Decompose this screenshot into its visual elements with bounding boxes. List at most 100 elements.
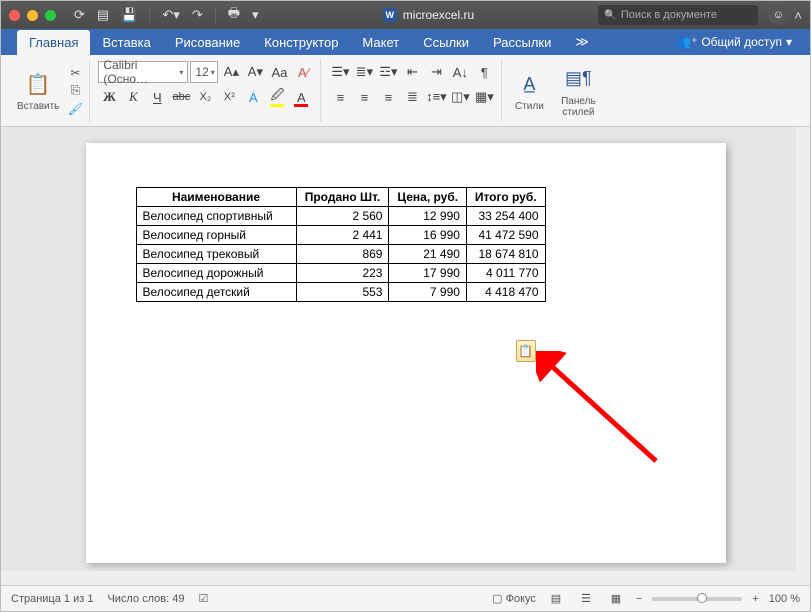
zoom-slider[interactable] (652, 597, 742, 601)
table-cell[interactable]: 869 (296, 245, 389, 264)
new-icon[interactable]: ▤ (97, 7, 109, 23)
table-row[interactable]: Велосипед детский5537 9904 418 470 (136, 283, 545, 302)
th-total[interactable]: Итого руб. (466, 188, 545, 207)
table-cell[interactable]: Велосипед горный (136, 226, 296, 245)
sort-icon[interactable]: A↓ (449, 61, 471, 83)
word-count[interactable]: Число слов: 49 (107, 593, 184, 605)
increase-indent-icon[interactable]: ⇥ (425, 61, 447, 83)
table-cell[interactable]: 33 254 400 (466, 207, 545, 226)
subscript-button[interactable]: X₂ (194, 86, 216, 108)
zoom-window[interactable] (45, 10, 56, 21)
horizontal-scrollbar[interactable] (1, 571, 796, 585)
spell-check-icon[interactable]: ☑ (199, 592, 209, 605)
shrink-font-icon[interactable]: A▾ (244, 61, 266, 83)
tab-draw[interactable]: Рисование (163, 30, 252, 55)
minimize-window[interactable] (27, 10, 38, 21)
table-cell[interactable]: Велосипед трековый (136, 245, 296, 264)
table-cell[interactable]: Велосипед спортивный (136, 207, 296, 226)
share-button[interactable]: 👥⁺Общий доступ▾ (668, 33, 800, 51)
ribbon-collapse-icon[interactable]: ˄ (794, 8, 802, 23)
autosave-icon[interactable]: ⟳ (74, 7, 85, 23)
table-cell[interactable]: 223 (296, 264, 389, 283)
align-left-icon[interactable]: ≡ (329, 86, 351, 108)
tab-mailings[interactable]: Рассылки (481, 30, 563, 55)
tab-links[interactable]: Ссылки (411, 30, 481, 55)
table-cell[interactable]: 17 990 (389, 264, 466, 283)
align-center-icon[interactable]: ≡ (353, 86, 375, 108)
superscript-button[interactable]: X² (218, 86, 240, 108)
bullets-icon[interactable]: ☰▾ (329, 61, 351, 83)
table-cell[interactable]: 2 560 (296, 207, 389, 226)
cut-icon[interactable]: ✂ (67, 66, 83, 80)
page-count[interactable]: Страница 1 из 1 (11, 593, 93, 605)
show-pilcrow-icon[interactable]: ¶ (473, 61, 495, 83)
table-cell[interactable]: 2 441 (296, 226, 389, 245)
text-effects-icon[interactable]: A (242, 86, 264, 108)
styles-pane-button[interactable]: ▤¶ Панель стилей (552, 62, 604, 120)
print-icon[interactable]: 🖶 (228, 4, 240, 26)
clear-formatting-icon[interactable]: A⁄ (292, 61, 314, 83)
th-price[interactable]: Цена, руб. (389, 188, 466, 207)
th-name[interactable]: Наименование (136, 188, 296, 207)
table-cell[interactable]: 21 490 (389, 245, 466, 264)
close-window[interactable] (9, 10, 20, 21)
paste-button[interactable]: 📋 Вставить (13, 67, 63, 114)
tab-more[interactable]: ≫ (563, 29, 601, 55)
italic-button[interactable]: К (122, 86, 144, 108)
shading-icon[interactable]: ◫▾ (449, 86, 471, 108)
decrease-indent-icon[interactable]: ⇤ (401, 61, 423, 83)
numbering-icon[interactable]: ≣▾ (353, 61, 375, 83)
styles-button[interactable]: A̲ Стили (510, 67, 548, 114)
table-row[interactable]: Велосипед горный2 44116 99041 472 590 (136, 226, 545, 245)
tab-design[interactable]: Конструктор (252, 30, 350, 55)
vertical-scrollbar[interactable] (796, 127, 810, 585)
table-cell[interactable]: 41 472 590 (466, 226, 545, 245)
tab-insert[interactable]: Вставка (90, 30, 162, 55)
word-table[interactable]: Наименование Продано Шт. Цена, руб. Итог… (136, 187, 546, 302)
table-cell[interactable]: 12 990 (389, 207, 466, 226)
format-painter-icon[interactable]: 🖌 (67, 102, 83, 116)
font-size-combo[interactable]: 12▾ (190, 61, 218, 83)
save-icon[interactable]: 💾 (121, 7, 137, 23)
grow-font-icon[interactable]: A▴ (220, 61, 242, 83)
focus-mode[interactable]: ▢ Фокус (492, 592, 536, 605)
web-layout-view-icon[interactable]: ☰ (576, 591, 596, 607)
th-sold[interactable]: Продано Шт. (296, 188, 389, 207)
table-cell[interactable]: 7 990 (389, 283, 466, 302)
zoom-out-icon[interactable]: − (636, 593, 642, 605)
print-layout-view-icon[interactable]: ▤ (546, 591, 566, 607)
table-cell[interactable]: Велосипед дорожный (136, 264, 296, 283)
zoom-level[interactable]: 100 % (769, 593, 800, 605)
multilevel-icon[interactable]: ☲▾ (377, 61, 399, 83)
paste-options-button[interactable]: 📋 (516, 340, 536, 362)
table-row[interactable]: Велосипед трековый86921 49018 674 810 (136, 245, 545, 264)
table-cell[interactable]: 16 990 (389, 226, 466, 245)
titlebar: ⟳ ▤ 💾 ↶▾ ↷ 🖶 ▾ W microexcel.ru Поиск в д… (1, 1, 810, 29)
table-cell[interactable]: 553 (296, 283, 389, 302)
tab-layout[interactable]: Макет (350, 30, 411, 55)
bold-button[interactable]: Ж (98, 86, 120, 108)
font-name-combo[interactable]: Calibri (Осно…▾ (98, 61, 188, 83)
table-cell[interactable]: Велосипед детский (136, 283, 296, 302)
copy-icon[interactable]: ⎘ (67, 84, 83, 98)
table-row[interactable]: Велосипед спортивный2 56012 99033 254 40… (136, 207, 545, 226)
tab-home[interactable]: Главная (17, 30, 90, 55)
table-cell[interactable]: 4 418 470 (466, 283, 545, 302)
undo-icon[interactable]: ↶▾ (162, 7, 179, 23)
underline-button[interactable]: Ч (146, 86, 168, 108)
table-row[interactable]: Велосипед дорожный22317 9904 011 770 (136, 264, 545, 283)
user-account-icon[interactable]: ☺ (768, 5, 788, 25)
redo-icon[interactable]: ↷ (192, 7, 203, 23)
align-right-icon[interactable]: ≡ (377, 86, 399, 108)
zoom-in-icon[interactable]: + (752, 593, 758, 605)
table-cell[interactable]: 4 011 770 (466, 264, 545, 283)
table-cell[interactable]: 18 674 810 (466, 245, 545, 264)
borders-icon[interactable]: ▦▾ (473, 86, 495, 108)
justify-icon[interactable]: ≣ (401, 86, 423, 108)
line-spacing-icon[interactable]: ↕≡▾ (425, 86, 447, 108)
strikethrough-button[interactable]: abc (170, 86, 192, 108)
document-area[interactable]: Наименование Продано Шт. Цена, руб. Итог… (1, 127, 810, 585)
outline-view-icon[interactable]: ▦ (606, 591, 626, 607)
change-case-icon[interactable]: Aa (268, 61, 290, 83)
search-input[interactable]: Поиск в документе (598, 5, 758, 25)
